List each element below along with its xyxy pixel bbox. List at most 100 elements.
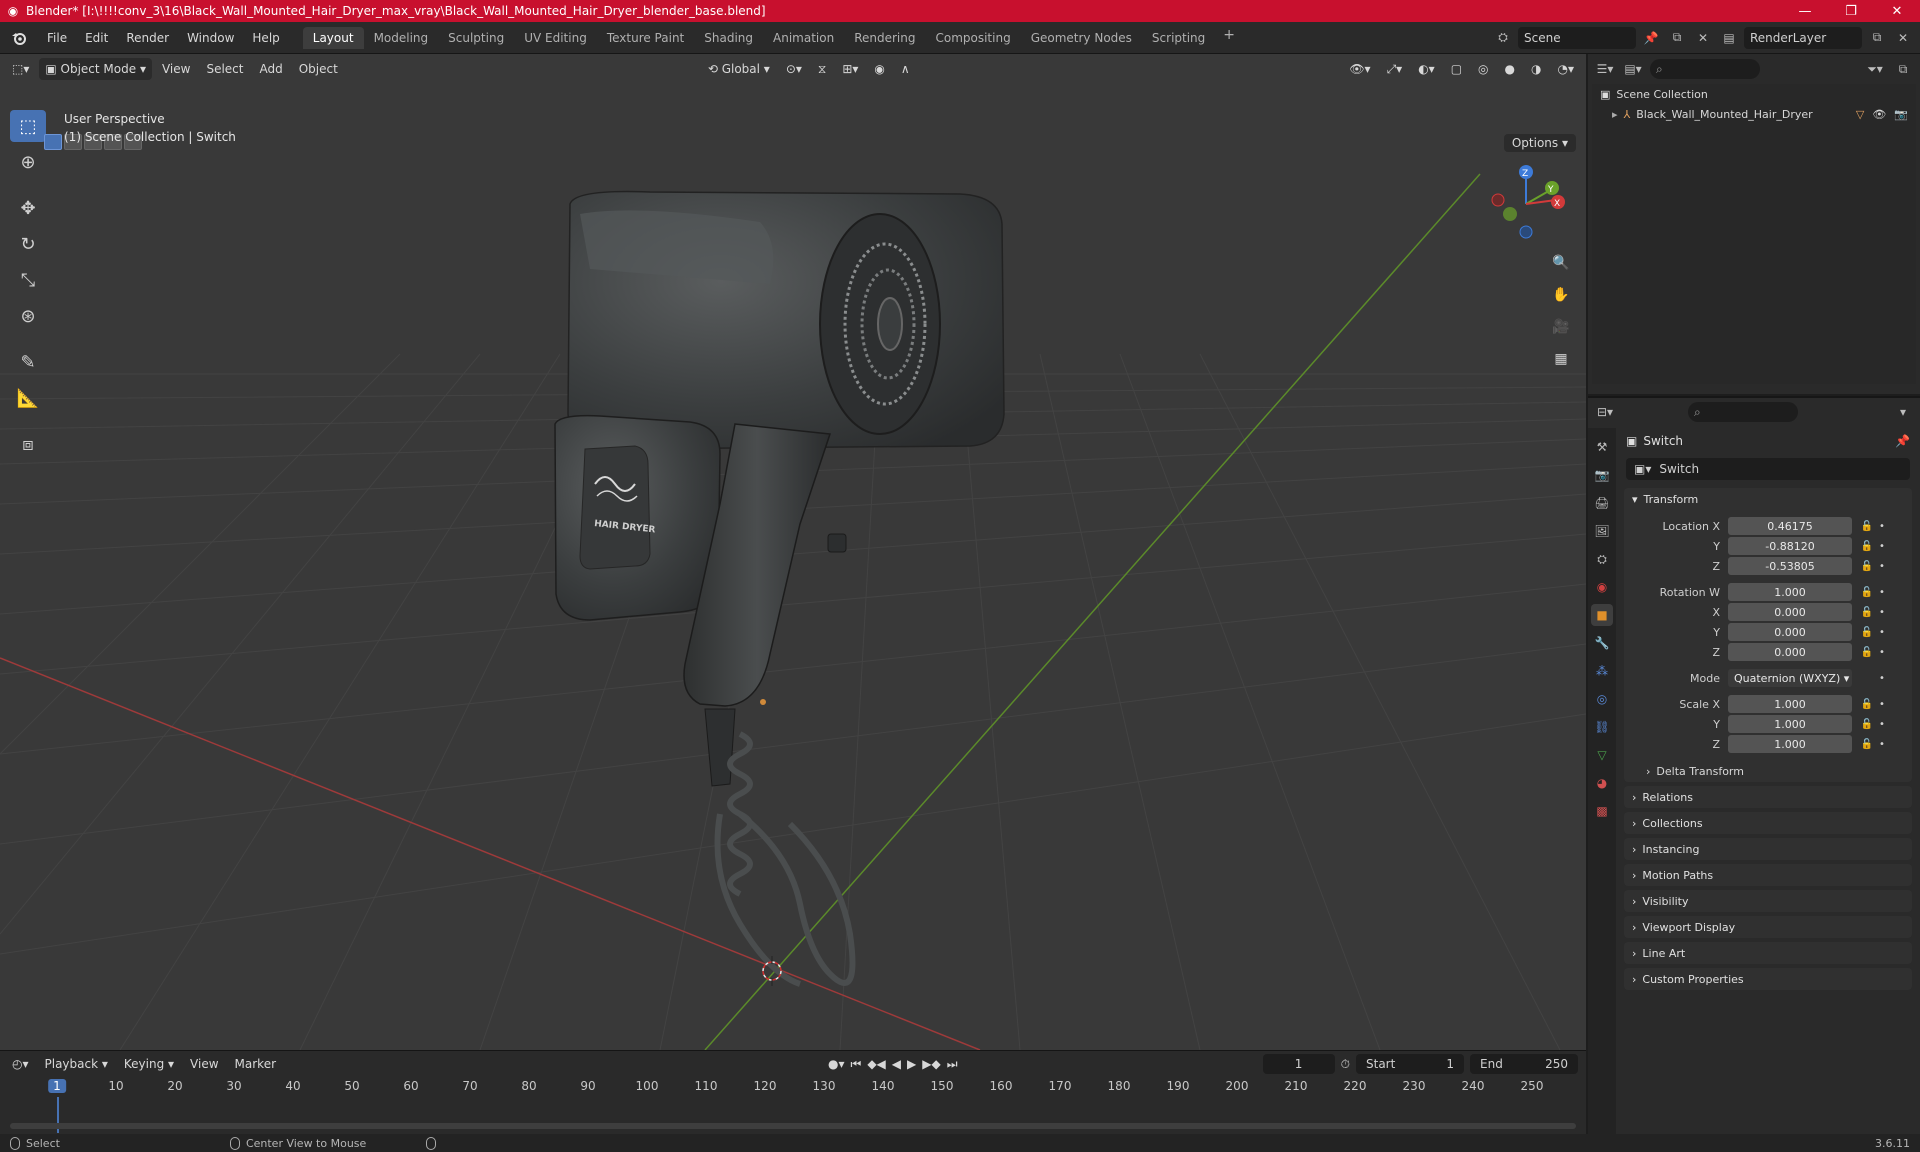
pin-icon[interactable]: 📌 xyxy=(1640,27,1662,49)
tab-geometry-nodes[interactable]: Geometry Nodes xyxy=(1021,27,1142,49)
viewport-menu-view[interactable]: View xyxy=(156,58,196,80)
lock-icon[interactable]: 🔓 xyxy=(1858,521,1876,532)
tab-scripting[interactable]: Scripting xyxy=(1142,27,1215,49)
solid-shading-icon[interactable]: ● xyxy=(1499,58,1521,80)
display-mode-icon[interactable]: ▤▾ xyxy=(1622,58,1644,80)
timeline-editor-type-icon[interactable]: ◴▾ xyxy=(8,1057,33,1071)
object-type-icon[interactable]: ▣▾ xyxy=(1634,462,1651,476)
annotate-tool-icon[interactable]: ✎ xyxy=(10,346,46,378)
keyframe-dot-icon[interactable]: • xyxy=(1876,587,1888,598)
viewport-display-panel[interactable]: › Viewport Display xyxy=(1624,916,1912,938)
material-tab-icon[interactable]: ◕ xyxy=(1591,772,1613,794)
render-tab-icon[interactable]: 📷 xyxy=(1591,464,1613,486)
keyframe-dot-icon[interactable]: • xyxy=(1876,739,1888,750)
play-icon[interactable]: ▶ xyxy=(907,1057,916,1071)
tab-rendering[interactable]: Rendering xyxy=(844,27,925,49)
custom-properties-panel-header[interactable]: › Custom Properties xyxy=(1624,968,1912,990)
expand-arrow-icon[interactable]: ▸ xyxy=(1612,108,1618,121)
physics-tab-icon[interactable]: ◎ xyxy=(1591,688,1613,710)
zoom-icon[interactable]: 🔍 xyxy=(1548,250,1574,276)
viewport-display-panel-header[interactable]: › Viewport Display xyxy=(1624,916,1912,938)
record-icon[interactable]: ●▾ xyxy=(828,1057,845,1071)
lock-icon[interactable]: 🔓 xyxy=(1858,699,1876,710)
menu-window[interactable]: Window xyxy=(178,27,243,49)
render-camera-icon[interactable]: 📷 xyxy=(1894,108,1908,121)
ortho-grid-icon[interactable]: ▦ xyxy=(1548,346,1574,372)
instancing-panel[interactable]: › Instancing xyxy=(1624,838,1912,860)
relations-panel-header[interactable]: › Relations xyxy=(1624,786,1912,808)
add-cube-tool-icon[interactable]: ⧈ xyxy=(10,428,46,460)
gizmo-neg-y[interactable] xyxy=(1503,207,1517,221)
view-layer-tab-icon[interactable]: 🖼 xyxy=(1591,520,1613,542)
camera-view-icon[interactable]: 🎥 xyxy=(1548,314,1574,340)
object-mode-dropdown[interactable]: ▣ Object Mode ▾ xyxy=(39,58,152,80)
filter-icon[interactable]: ⏷▾ xyxy=(1864,58,1886,80)
tab-sculpting[interactable]: Sculpting xyxy=(438,27,514,49)
maximize-button[interactable]: ❐ xyxy=(1828,0,1874,22)
transform-tool-icon[interactable]: ⊛ xyxy=(10,300,46,332)
tab-animation[interactable]: Animation xyxy=(763,27,844,49)
properties-search-input[interactable]: ⌕ xyxy=(1688,402,1798,422)
blender-logo-icon[interactable] xyxy=(8,27,30,49)
scene-tab-icon[interactable]: ⛭ xyxy=(1591,548,1613,570)
lock-icon[interactable]: 🔓 xyxy=(1858,607,1876,618)
scene-field[interactable]: Scene xyxy=(1518,26,1636,49)
render-layer-field[interactable]: RenderLayer xyxy=(1744,26,1862,49)
outliner-search-input[interactable]: ⌕ xyxy=(1650,59,1760,79)
output-tab-icon[interactable]: 🖨 xyxy=(1591,492,1613,514)
tab-compositing[interactable]: Compositing xyxy=(925,27,1020,49)
current-frame-field[interactable]: 1 xyxy=(1262,1054,1335,1074)
line-art-panel-header[interactable]: › Line Art xyxy=(1624,942,1912,964)
keyframe-dot-icon[interactable]: • xyxy=(1876,627,1888,638)
navigation-gizmo[interactable]: Z Y X xyxy=(1486,164,1566,244)
timeline-menu-keying[interactable]: Keying ▾ xyxy=(120,1057,178,1071)
select-box-tool-icon[interactable]: ⬚ xyxy=(10,110,46,142)
transform-panel-header[interactable]: ▾ Transform xyxy=(1624,488,1912,510)
timeline-menu-playback[interactable]: Playback ▾ xyxy=(41,1057,112,1071)
delta-transform-subpanel[interactable]: › Delta Transform xyxy=(1624,760,1912,782)
visibility-panel-header[interactable]: › Visibility xyxy=(1624,890,1912,912)
scale-z-field[interactable]: 1.000 xyxy=(1728,735,1852,753)
play-reverse-icon[interactable]: ◀ xyxy=(892,1057,901,1071)
motion-paths-panel[interactable]: › Motion Paths xyxy=(1624,864,1912,886)
rotation-w-field[interactable]: 1.000 xyxy=(1728,583,1852,601)
lock-icon[interactable]: 🔓 xyxy=(1858,541,1876,552)
tab-layout[interactable]: Layout xyxy=(302,26,364,49)
jump-start-icon[interactable]: ⏮ xyxy=(851,1057,862,1072)
snap-icon[interactable]: ⧖ xyxy=(812,58,832,80)
object-name-field[interactable]: ▣▾ Switch xyxy=(1626,458,1910,480)
measure-tool-icon[interactable]: 📐 xyxy=(10,382,46,414)
new-view-layer-icon[interactable]: ⧉ xyxy=(1866,27,1888,49)
frame-ruler[interactable]: 1 10 20 30 40 50 60 70 80 90 100 110 120 130 140 150 160… xyxy=(0,1079,1586,1099)
custom-properties-panel[interactable]: › Custom Properties xyxy=(1624,968,1912,990)
hair-dryer-model[interactable]: HAIR DRYER xyxy=(554,190,1005,987)
viewport-menu-select[interactable]: Select xyxy=(200,58,249,80)
scale-x-field[interactable]: 1.000 xyxy=(1728,695,1852,713)
menu-file[interactable]: File xyxy=(38,27,76,49)
properties-options-icon[interactable]: ▾ xyxy=(1892,401,1914,423)
xray-icon[interactable]: ▢ xyxy=(1445,58,1468,80)
world-tab-icon[interactable]: ◉ xyxy=(1591,576,1613,598)
rotation-y-field[interactable]: 0.000 xyxy=(1728,623,1852,641)
tree-item-hair-dryer[interactable]: ▸ ⅄ Black_Wall_Mounted_Hair_Dryer ▽ 👁 📷 xyxy=(1592,104,1916,124)
pan-hand-icon[interactable]: ✋ xyxy=(1548,282,1574,308)
rotation-x-field[interactable]: 0.000 xyxy=(1728,603,1852,621)
gizmo-toggle-icon[interactable]: ⤢▾ xyxy=(1381,58,1409,80)
cursor-tool-icon[interactable]: ⊕ xyxy=(10,146,46,178)
keyframe-dot-icon[interactable]: • xyxy=(1876,541,1888,552)
minimize-button[interactable]: — xyxy=(1782,0,1828,22)
start-frame-field[interactable]: Start 1 xyxy=(1356,1054,1464,1074)
delete-view-layer-icon[interactable]: ✕ xyxy=(1892,27,1914,49)
material-shading-icon[interactable]: ◑ xyxy=(1525,58,1547,80)
modifier-tab-icon[interactable]: 🔧 xyxy=(1591,632,1613,654)
viewport-menu-object[interactable]: Object xyxy=(293,58,344,80)
keyframe-dot-icon[interactable]: • xyxy=(1876,673,1888,684)
rotation-mode-dropdown[interactable]: Quaternion (WXYZ) ▾ xyxy=(1728,669,1852,687)
tool-tab-icon[interactable]: ⚒ xyxy=(1591,436,1613,458)
lock-icon[interactable]: 🔓 xyxy=(1858,719,1876,730)
keyframe-dot-icon[interactable]: • xyxy=(1876,607,1888,618)
outliner-editor-type-icon[interactable]: ☰▾ xyxy=(1594,58,1616,80)
location-y-field[interactable]: -0.88120 xyxy=(1728,537,1852,555)
timeline-menu-marker[interactable]: Marker xyxy=(231,1057,280,1071)
lock-icon[interactable]: 🔓 xyxy=(1858,561,1876,572)
